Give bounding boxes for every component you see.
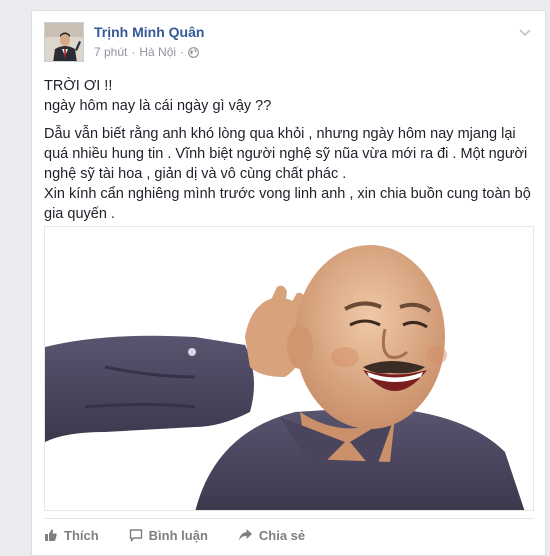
post-paragraph-2: Xin kính cẩn nghiêng mình trước vong lin… <box>44 186 531 222</box>
post-paragraph-1: Dẫu vẫn biết rằng anh khó lòng qua khỏi … <box>44 126 528 182</box>
post-text: TRỜI ƠI !! ngày hôm nay là cái ngày gì v… <box>44 76 533 224</box>
like-label: Thích <box>64 527 99 543</box>
share-label: Chia sẻ <box>258 527 306 543</box>
share-button[interactable]: Chia sẻ <box>238 528 305 543</box>
share-arrow-icon <box>238 528 253 542</box>
post-line-1: TRỜI ƠI !! <box>44 78 113 94</box>
avatar[interactable] <box>44 22 84 62</box>
comment-label: Bình luận <box>148 527 208 543</box>
post-line-2: ngày hôm nay là cái ngày gì vậy ?? <box>44 98 272 114</box>
meta-separator: · <box>131 45 136 59</box>
comment-icon <box>129 528 143 542</box>
action-divider <box>44 518 533 519</box>
thumbs-up-icon <box>44 528 58 542</box>
globe-icon[interactable] <box>188 46 199 58</box>
post-card: Trịnh Minh Quân 7 phút · Hà Nội · TRỜI Ơ… <box>31 10 546 556</box>
post-photo[interactable] <box>44 226 534 511</box>
comment-button[interactable]: Bình luận <box>129 528 208 543</box>
post-header: Trịnh Minh Quân 7 phút · Hà Nội · <box>44 22 533 64</box>
like-button[interactable]: Thích <box>44 528 99 543</box>
meta-separator-2: · <box>180 45 185 59</box>
post-meta: 7 phút · Hà Nội · <box>94 45 199 59</box>
chevron-down-icon[interactable] <box>517 24 533 40</box>
post-time-link[interactable]: 7 phút <box>94 45 127 59</box>
action-bar: Thích Bình luận Chia sẻ <box>44 523 335 547</box>
post-location-link[interactable]: Hà Nội <box>139 45 176 59</box>
author-name-link[interactable]: Trịnh Minh Quân <box>94 24 204 40</box>
